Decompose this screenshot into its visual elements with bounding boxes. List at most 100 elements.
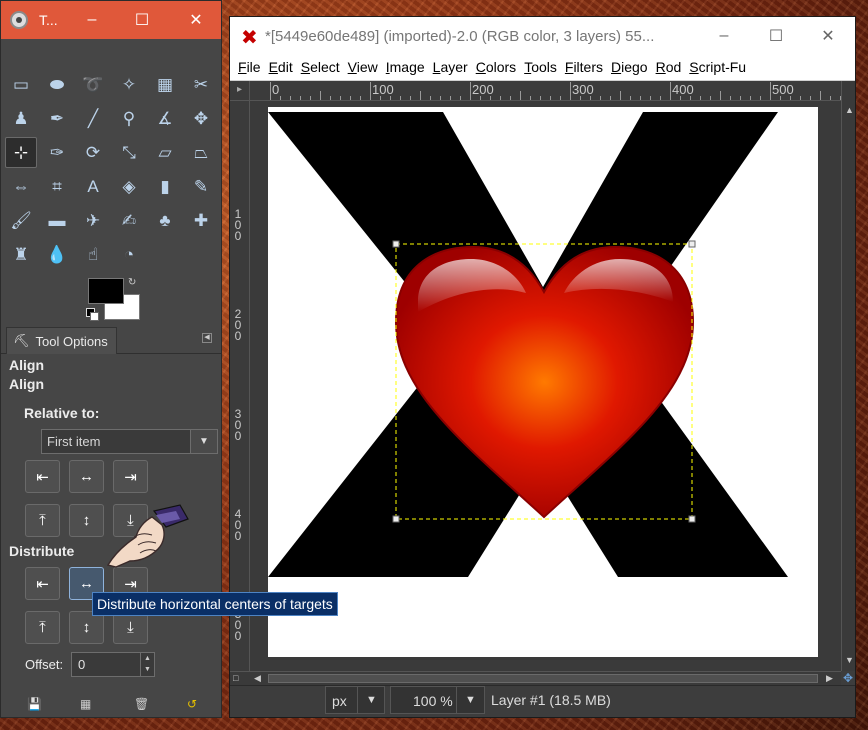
selection-handle[interactable]	[392, 515, 400, 523]
reset-options-icon[interactable]: ↺	[187, 697, 197, 711]
zoom-select[interactable]: 100 % ▼	[390, 686, 485, 714]
quick-mask-icon[interactable]: □	[233, 673, 238, 683]
vertical-scrollbar[interactable]: ▲ ▼	[841, 81, 855, 671]
color-picker-icon[interactable]: ╱	[77, 103, 109, 134]
dock-tabbar: ⛏ Tool Options ◀	[1, 325, 221, 354]
cage-transform-icon[interactable]: ⌗	[41, 171, 73, 202]
align-bottom-edge-button[interactable]: ⤓	[113, 504, 148, 537]
menu-view[interactable]: View	[340, 55, 378, 75]
free-select-icon[interactable]: ➰	[77, 69, 109, 100]
dock-menu-icon[interactable]: ◀	[202, 333, 212, 343]
align-top-edge-button[interactable]: ⤒	[25, 504, 60, 537]
relative-to-select[interactable]: First item ▼	[41, 429, 218, 454]
flip-icon[interactable]: ⇔	[5, 171, 37, 202]
horizontal-ruler[interactable]: 0 100 200 300 400 500	[250, 81, 841, 101]
menu-tools[interactable]: Tools	[516, 55, 557, 75]
ruler-tick	[300, 96, 301, 100]
ruler-tick	[790, 96, 791, 100]
scroll-down-icon[interactable]: ▼	[845, 655, 854, 665]
selection-handle[interactable]	[688, 515, 696, 523]
menu-select[interactable]: Select	[293, 55, 340, 75]
menu-rod[interactable]: Rod	[648, 55, 682, 75]
rect-select-icon[interactable]: ▭	[5, 69, 37, 100]
pencil-icon[interactable]: ✎	[185, 171, 217, 202]
scrollbar-thumb[interactable]	[268, 674, 818, 683]
perspective-clone-icon[interactable]: ♜	[5, 239, 37, 270]
distribute-top-edges-button[interactable]: ⤒	[25, 611, 60, 644]
close-button[interactable]: ✕	[173, 1, 219, 39]
offset-spinbox[interactable]: 0 ▲ ▼	[71, 652, 155, 677]
ruler-corner[interactable]: ▸	[230, 81, 250, 101]
eraser-icon[interactable]: ▬	[41, 205, 73, 236]
menu-colors[interactable]: Colors	[468, 55, 516, 75]
toolbox-titlebar[interactable]: T... – ☐ ✕	[1, 1, 221, 39]
reset-colors-icon[interactable]	[86, 308, 99, 321]
ruler-tick	[640, 96, 641, 100]
menu-file[interactable]: File	[230, 55, 261, 75]
image-titlebar[interactable]: ✖ *[5449e60de489] (imported)-2.0 (RGB co…	[230, 17, 855, 55]
measure-icon[interactable]: ∡	[149, 103, 181, 134]
heal-icon[interactable]: ✚	[185, 205, 217, 236]
maximize-button[interactable]: ☐	[119, 1, 165, 39]
zoom-icon[interactable]: ⚲	[113, 103, 145, 134]
scale-icon[interactable]: ⤡	[113, 137, 145, 168]
gradient-icon[interactable]: ▮	[149, 171, 181, 202]
spin-arrows-icon[interactable]: ▲ ▼	[140, 653, 154, 676]
chevron-down-icon[interactable]: ▼	[456, 687, 484, 713]
scroll-left-icon[interactable]: ◀	[254, 673, 261, 684]
fuzzy-select-icon[interactable]: ✧	[113, 69, 145, 100]
align-middle-button[interactable]: ↕	[69, 504, 104, 537]
minimize-button[interactable]: –	[698, 17, 750, 55]
airbrush-icon[interactable]: ✈	[77, 205, 109, 236]
menu-diego[interactable]: Diego	[603, 55, 648, 75]
ellipse-select-icon[interactable]: ⬬	[41, 69, 73, 100]
scroll-right-icon[interactable]: ▶	[826, 673, 833, 684]
scroll-up-icon[interactable]: ▲	[845, 105, 854, 115]
align-center-button[interactable]: ↔	[69, 460, 104, 493]
canvas-viewport[interactable]	[250, 101, 841, 671]
restore-options-icon[interactable]: ▦	[80, 697, 91, 711]
bucket-fill-icon[interactable]: ◈	[113, 171, 145, 202]
menu-filters[interactable]: Filters	[557, 55, 603, 75]
ink-icon[interactable]: ✍	[113, 205, 145, 236]
shear-icon[interactable]: ▱	[149, 137, 181, 168]
delete-options-icon[interactable]: 🗑	[134, 697, 149, 711]
chevron-down-icon[interactable]: ▼	[357, 687, 385, 713]
distribute-left-edges-button[interactable]: ⇤	[25, 567, 60, 600]
toolbox-title: T...	[39, 12, 58, 28]
navigate-icon[interactable]: ✥	[841, 671, 855, 685]
tab-tool-options[interactable]: ⛏ Tool Options	[6, 327, 117, 354]
menu-edit[interactable]: Edit	[261, 55, 293, 75]
horizontal-scrollbar[interactable]: □ ◀ ▶	[230, 671, 841, 685]
align-icon[interactable]: ⊹	[5, 137, 37, 168]
crop-icon[interactable]: ✑	[41, 137, 73, 168]
align-right-edge-button[interactable]: ⇥	[113, 460, 148, 493]
foreground-select-icon[interactable]: ♟	[5, 103, 37, 134]
selection-handle[interactable]	[392, 240, 400, 248]
select-by-color-icon[interactable]: ▦	[149, 69, 181, 100]
dodge-burn-icon[interactable]: ◔	[113, 239, 145, 270]
menu-script-fu[interactable]: Script-Fu	[681, 55, 746, 75]
perspective-icon[interactable]: ⏢	[185, 137, 217, 168]
smudge-icon[interactable]: ☝	[77, 239, 109, 270]
minimize-button[interactable]: –	[69, 1, 115, 39]
selection-handle[interactable]	[688, 240, 696, 248]
rotate-icon[interactable]: ⟳	[77, 137, 109, 168]
foreground-color-swatch[interactable]	[88, 278, 124, 304]
paths-icon[interactable]: ✒	[41, 103, 73, 134]
menu-image[interactable]: Image	[378, 55, 425, 75]
text-icon[interactable]: A	[77, 171, 109, 202]
scissors-select-icon[interactable]: ✂	[185, 69, 217, 100]
image-canvas[interactable]	[268, 107, 818, 657]
menu-layer[interactable]: Layer	[425, 55, 468, 75]
save-options-icon[interactable]: 💾	[27, 697, 42, 711]
maximize-button[interactable]: ☐	[750, 17, 802, 55]
swap-colors-icon[interactable]: ↻	[128, 277, 136, 288]
vertical-ruler[interactable]: 100200300400500	[230, 101, 250, 671]
move-icon[interactable]: ✥	[185, 103, 217, 134]
close-button[interactable]: ✕	[802, 17, 854, 55]
blur-icon[interactable]: 💧	[41, 239, 73, 270]
paintbrush-icon[interactable]: 🖌	[5, 205, 37, 236]
clone-icon[interactable]: ♣	[149, 205, 181, 236]
align-left-edge-button[interactable]: ⇤	[25, 460, 60, 493]
